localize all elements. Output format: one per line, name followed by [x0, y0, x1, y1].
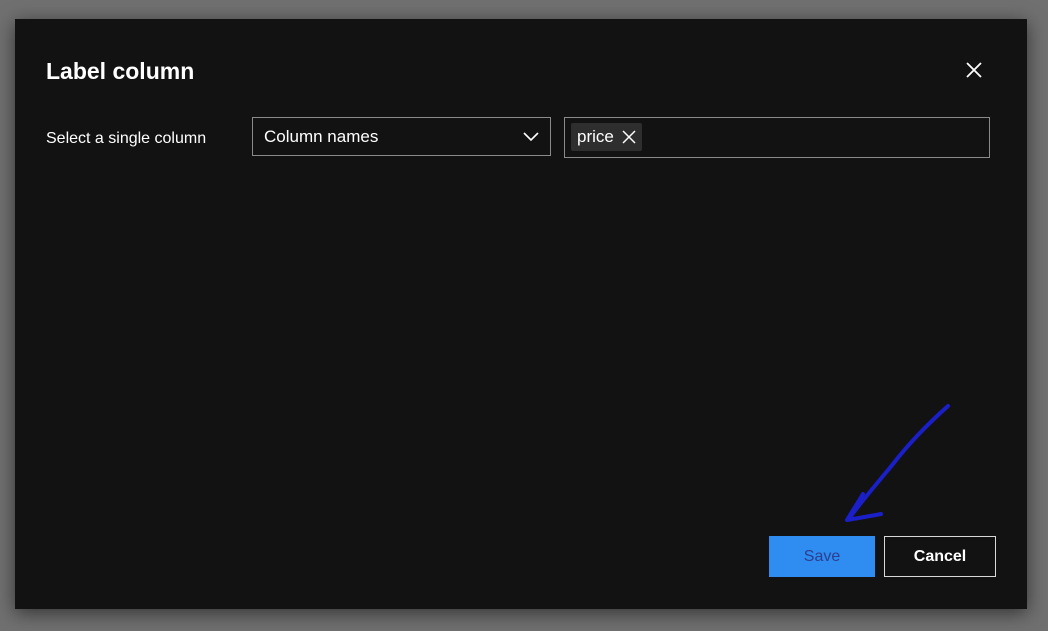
- column-tag-input[interactable]: price: [564, 117, 990, 158]
- close-icon: [622, 130, 636, 144]
- column-mode-value: Column names: [264, 127, 379, 146]
- column-tag: price: [571, 123, 642, 151]
- annotation-arrow-icon: [845, 404, 950, 522]
- close-icon: [966, 62, 982, 78]
- column-tag-label: price: [577, 127, 614, 146]
- dialog-title: Label column: [46, 58, 195, 84]
- label-column-dialog: Label column Select a single column Colu…: [15, 19, 1027, 609]
- column-mode-dropdown[interactable]: Column names: [252, 117, 551, 156]
- select-column-label: Select a single column: [46, 130, 207, 147]
- save-button[interactable]: Save: [769, 536, 875, 577]
- remove-tag-button[interactable]: [622, 130, 636, 144]
- close-button[interactable]: [961, 57, 987, 83]
- chevron-down-icon: [523, 132, 539, 142]
- cancel-button[interactable]: Cancel: [884, 536, 996, 577]
